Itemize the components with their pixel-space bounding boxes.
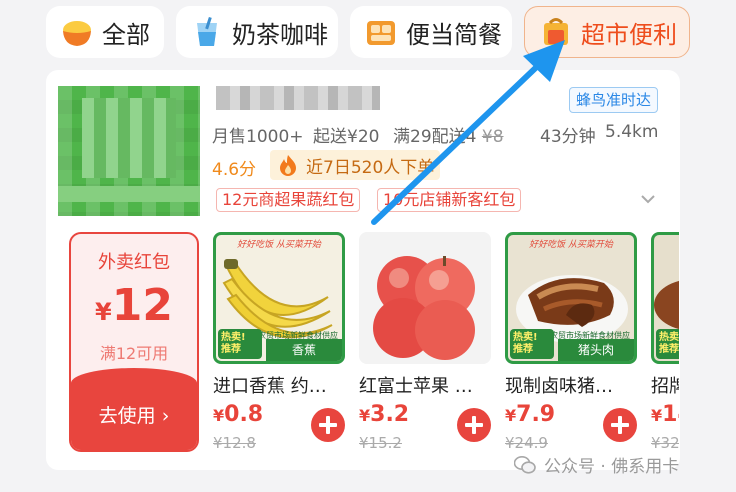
tab-milk-tea-coffee-label: 奶茶咖啡 xyxy=(232,20,328,49)
red-packet-card[interactable]: 外卖红包 ¥12 满12可用 去使用 › xyxy=(69,232,199,452)
bento-box-icon xyxy=(367,21,395,45)
red-packet-amount: ¥12 xyxy=(95,280,173,331)
monthly-sales: 月售1000+ xyxy=(212,127,304,147)
coupon-new-customer[interactable]: 10元店铺新客红包 xyxy=(377,188,522,212)
delivery-fee-original: ¥8 xyxy=(481,127,504,147)
product-name: 进口香蕉 约… xyxy=(213,376,327,397)
tab-supermarket-label: 超市便利 xyxy=(581,20,677,49)
chevron-down-icon[interactable] xyxy=(640,193,656,205)
delivery-fee: 满29配送4 ¥8 xyxy=(393,127,504,147)
red-packet-title: 外卖红包 xyxy=(98,252,170,273)
product-name: 现制卤味猪… xyxy=(505,376,613,397)
product-image-apple[interactable] xyxy=(359,232,491,364)
product-price: ¥0.8 xyxy=(213,402,264,427)
product-image-partial[interactable]: 热卖 推荐 xyxy=(651,232,679,364)
product-original-price: ¥32 xyxy=(651,434,679,452)
product-card-partial[interactable]: 热卖推荐 招牌 ¥14 ¥32 xyxy=(651,232,679,462)
tab-milk-tea-coffee[interactable]: 奶茶咖啡 xyxy=(176,6,338,58)
product-name: 红富士苹果 … xyxy=(359,376,473,397)
delivery-time: 43分钟 xyxy=(540,127,596,147)
product-image-banana[interactable]: 好好吃饭 从买菜开始 农贸市场新鲜食材供应 热卖! 推荐 香蕉 xyxy=(213,232,345,364)
product-original-price: ¥12.8 xyxy=(213,434,256,452)
tab-bento[interactable]: 便当简餐 xyxy=(350,6,512,58)
product-price: ¥14 xyxy=(651,402,679,427)
popular-badge: 近7日520人下单 xyxy=(270,150,440,180)
popular-text: 近7日520人下单 xyxy=(306,157,435,178)
product-original-price: ¥24.9 xyxy=(505,434,548,452)
product-name: 招牌 xyxy=(651,376,679,397)
shopping-basket-icon xyxy=(544,18,568,45)
product-tag-braised-pork: 猪头肉 xyxy=(558,339,634,361)
wechat-icon xyxy=(514,455,536,474)
rice-bowl-icon xyxy=(63,21,91,46)
product-card-banana[interactable]: 好好吃饭 从买菜开始 农贸市场新鲜食材供应 热卖! 推荐 香蕉 进口香蕉 约… ¥… xyxy=(213,232,345,462)
min-order: 起送¥20 xyxy=(313,127,380,147)
add-to-cart-button[interactable] xyxy=(311,408,345,442)
red-packet-condition: 满12可用 xyxy=(99,344,169,363)
store-rating: 4.6分 xyxy=(212,160,257,180)
product-card-braised-pork[interactable]: 好好吃饭 从买菜开始 农贸市场新鲜食材供应 热卖! 推荐 猪头肉 现制卤味猪… ¥… xyxy=(505,232,637,462)
product-price: ¥7.9 xyxy=(505,402,556,427)
product-tag-banana: 香蕉 xyxy=(266,339,342,361)
distance: 5.4km xyxy=(605,122,659,142)
add-to-cart-button[interactable] xyxy=(457,408,491,442)
tab-all-label: 全部 xyxy=(102,20,150,49)
product-price: ¥3.2 xyxy=(359,402,410,427)
tab-supermarket[interactable]: 超市便利 xyxy=(524,6,690,58)
product-image-braised-pork[interactable]: 好好吃饭 从买菜开始 农贸市场新鲜食材供应 热卖! 推荐 猪头肉 xyxy=(505,232,637,364)
store-logo xyxy=(58,86,200,216)
product-card-apple[interactable]: 红富士苹果 … ¥3.2 ¥15.2 xyxy=(359,232,491,462)
milk-tea-icon xyxy=(197,16,217,46)
fire-icon xyxy=(280,155,296,176)
delivery-badge: 蜂鸟准时达 xyxy=(569,87,659,113)
add-to-cart-button[interactable] xyxy=(603,408,637,442)
tab-all[interactable]: 全部 xyxy=(46,6,164,58)
product-original-price: ¥15.2 xyxy=(359,434,402,452)
store-name-blurred xyxy=(216,86,380,110)
watermark: 公众号 · 佛系用卡 xyxy=(514,452,679,477)
tab-bento-label: 便当简餐 xyxy=(406,20,502,49)
use-coupon-button[interactable]: 去使用 › xyxy=(71,401,197,428)
coupon-grocery[interactable]: 12元商超果蔬红包 xyxy=(216,188,361,212)
